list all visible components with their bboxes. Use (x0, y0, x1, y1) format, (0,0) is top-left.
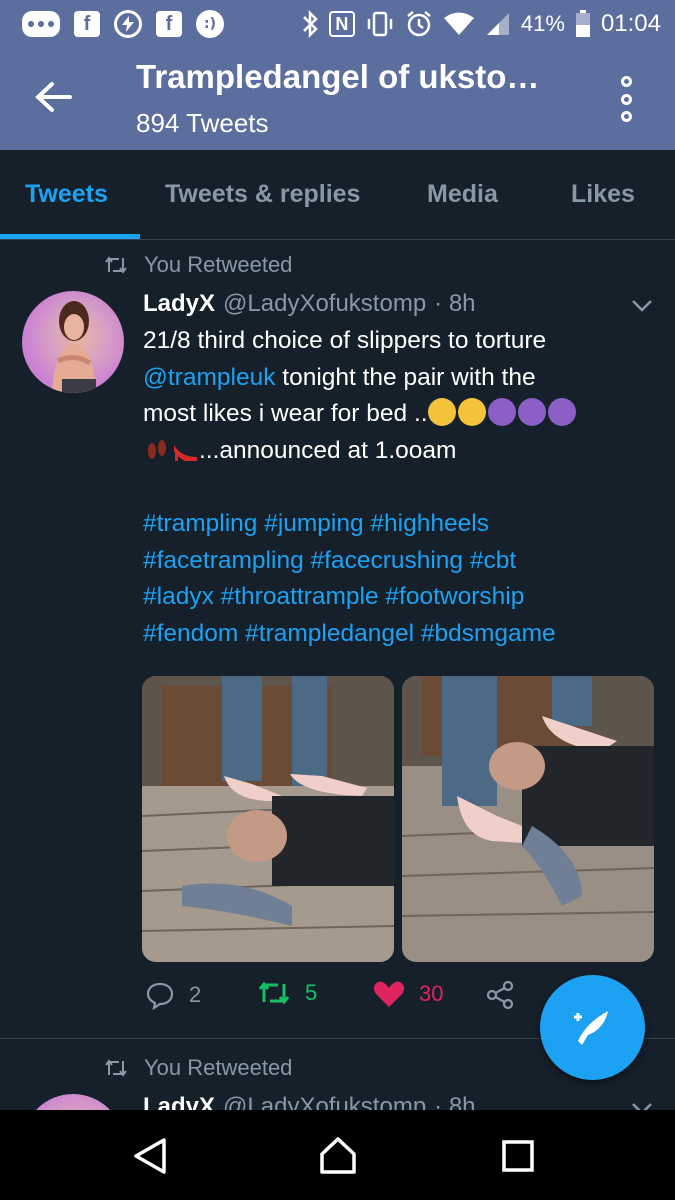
wifi-icon (443, 12, 474, 35)
notification-icons: f f :) (22, 10, 224, 38)
share-icon (486, 980, 514, 1010)
tweet-author: LadyX @LadyXofukstomp · 8h (143, 290, 476, 318)
photo-image (402, 676, 654, 962)
clock: 01:04 (600, 10, 661, 37)
footprints-emoji-icon (148, 439, 166, 459)
devil-emoji-icon (487, 398, 516, 427)
more-options-button[interactable] (612, 76, 640, 122)
tweet-text-line: ...announced at 1.ooam (143, 433, 643, 470)
tweet-count: 894 Tweets (136, 108, 269, 138)
facebook-icon: f (156, 11, 182, 37)
facebook-icon: f (74, 11, 100, 37)
heart-icon (373, 981, 405, 1007)
back-button[interactable] (30, 76, 78, 118)
retweet-icon (105, 256, 127, 274)
tweet-text-fragment: most likes i wear for bed .. (143, 400, 428, 428)
system-icons: N 41% 01:04 (301, 10, 661, 38)
author-name[interactable]: LadyX (143, 290, 215, 318)
tweet-photo-1[interactable] (142, 676, 394, 962)
mention-link[interactable]: @trampleuk (143, 364, 275, 391)
like-button[interactable]: 30 (373, 980, 443, 1008)
tab-likes[interactable]: Likes (571, 180, 635, 209)
messages-icon (22, 11, 60, 37)
compose-feather-icon (573, 1010, 608, 1045)
devil-emoji-icon (517, 398, 546, 427)
screen: f f :) N 41% 01:04 Trampledangel of ukst… (0, 0, 675, 1200)
author-handle[interactable]: @LadyXofukstomp (223, 290, 426, 318)
retweet-button[interactable]: 5 (257, 980, 317, 1006)
profile-header: Trampledangel of ukstо… 894 Tweets (0, 48, 675, 150)
hashtag-line[interactable]: #fendom #trampledangel #bdsmgame (143, 616, 643, 653)
app-icon: :) (196, 10, 224, 38)
battery-icon (575, 10, 590, 37)
winking-emoji-icon (457, 398, 486, 427)
avatar-image (52, 301, 96, 393)
recents-nav-icon[interactable] (496, 1134, 540, 1178)
chevron-down-icon[interactable] (630, 298, 654, 314)
bluetooth-icon (303, 10, 318, 38)
reply-count: 2 (189, 982, 202, 1007)
retweet-count: 5 (305, 980, 318, 1005)
system-nav-bar (0, 1110, 675, 1200)
tweet-text-line: 21/8 third choice of slippers to torture (143, 327, 547, 354)
high-heel-emoji-icon (174, 444, 197, 461)
vibrate-icon (367, 11, 393, 37)
profile-title: Trampledangel of ukstо… (136, 58, 540, 95)
retweet-context: You Retweeted (104, 250, 292, 280)
more-dot-icon (620, 93, 632, 105)
reply-button[interactable]: 2 (145, 980, 201, 1010)
tab-tweets[interactable]: Tweets (25, 180, 108, 209)
laughing-emoji-icon (427, 398, 456, 427)
more-dot-icon (620, 111, 632, 122)
nfc-icon: N (328, 11, 355, 37)
tweet-time: · 8h (434, 290, 476, 317)
signal-icon (486, 13, 509, 35)
retweet-context-label: You Retweeted (144, 252, 293, 277)
more-dot-icon (620, 76, 632, 87)
hashtag-line[interactable]: #trampling #jumping #highheels (143, 506, 643, 543)
retweet-context-label: You Retweeted (144, 1055, 293, 1080)
tweet-actions: 2 5 30 (145, 980, 525, 1020)
active-tab-indicator (0, 234, 140, 239)
profile-tabs: Tweets Tweets & replies Media Likes (0, 150, 675, 240)
tweet-photo-2[interactable] (402, 676, 654, 962)
hashtag-line[interactable]: #facetrampling #facecrushing #cbt (143, 543, 643, 580)
status-bar: f f :) N 41% 01:04 (0, 0, 675, 48)
tab-tweets-replies[interactable]: Tweets & replies (165, 180, 360, 209)
tweet-text-line: most likes i wear for bed .. (143, 396, 643, 433)
alarm-icon (407, 11, 431, 37)
retweet-icon (105, 1059, 127, 1077)
share-button[interactable] (485, 980, 515, 1010)
retweet-icon (258, 981, 290, 1005)
compose-tweet-button[interactable] (540, 975, 645, 1080)
reply-icon (146, 982, 174, 1010)
photo-image (142, 676, 394, 962)
home-nav-icon[interactable] (316, 1134, 360, 1178)
avatar[interactable] (22, 291, 124, 393)
like-count: 30 (419, 981, 444, 1006)
tab-media[interactable]: Media (427, 180, 498, 209)
back-arrow-icon (35, 82, 72, 112)
back-nav-icon[interactable] (128, 1134, 172, 1178)
hashtag-line[interactable]: #ladyx #throattrample #footworship (143, 579, 643, 616)
tweet-body: 21/8 third choice of slippers to torture… (143, 323, 643, 652)
flash-icon (114, 10, 142, 38)
retweet-context: You Retweeted (104, 1053, 292, 1083)
tweet-text-fragment: tonight the pair with the (275, 363, 536, 391)
battery-percent: 41% (520, 11, 565, 36)
tweet-text-fragment: ...announced at 1.ooam (199, 436, 457, 464)
devil-emoji-icon (547, 398, 576, 427)
tweet-text-line: @trampleuk tonight the pair with the (143, 360, 643, 397)
